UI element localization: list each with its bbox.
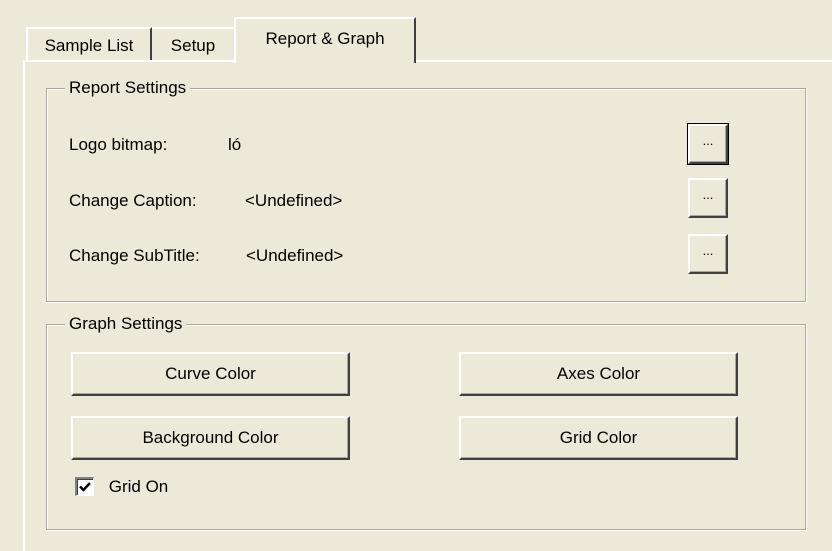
background-color-button[interactable]: Background Color: [71, 416, 350, 460]
change-caption-label: Change Caption:: [69, 191, 197, 210]
tab-panel-report-graph: Report Settings Logo bitmap: ló ... Chan…: [23, 60, 832, 551]
tab-sample-list[interactable]: Sample List: [26, 27, 152, 61]
change-subtitle-button[interactable]: ...: [688, 234, 728, 274]
grid-on-checkbox-row[interactable]: Grid On: [75, 475, 168, 497]
grid-on-checkbox[interactable]: [75, 477, 94, 497]
tab-setup[interactable]: Setup: [152, 27, 234, 61]
graph-settings-title: Graph Settings: [65, 313, 187, 335]
report-settings-title: Report Settings: [65, 77, 191, 99]
logo-bitmap-browse-button[interactable]: ...: [687, 123, 729, 165]
change-subtitle-label: Change SubTitle:: [69, 246, 200, 265]
change-caption-button[interactable]: ...: [688, 178, 728, 218]
change-subtitle-value: <Undefined>: [246, 246, 344, 265]
tab-report-graph[interactable]: Report & Graph: [234, 17, 416, 63]
check-icon: [79, 482, 91, 492]
axes-color-button[interactable]: Axes Color: [459, 352, 738, 396]
logo-bitmap-label: Logo bitmap:: [69, 135, 168, 154]
grid-on-label: Grid On: [108, 476, 169, 496]
change-caption-value: <Undefined>: [245, 191, 343, 210]
window-frame: Sample List Setup Report & Graph Report …: [0, 0, 832, 551]
logo-bitmap-value: ló: [228, 135, 242, 154]
grid-color-button[interactable]: Grid Color: [459, 416, 738, 460]
curve-color-button[interactable]: Curve Color: [71, 352, 350, 396]
report-settings-group: Report Settings Logo bitmap: ló ... Chan…: [46, 77, 806, 302]
graph-settings-group: Graph Settings Curve Color Axes Color Ba…: [46, 313, 806, 530]
